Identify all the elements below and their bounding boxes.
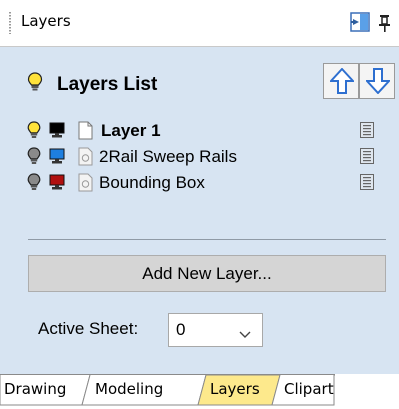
panel-title: Layers — [21, 12, 71, 30]
pin-icon[interactable] — [375, 11, 397, 33]
layer-properties-icon[interactable] — [360, 174, 374, 195]
tab-modeling[interactable]: Modeling — [95, 374, 163, 406]
move-layer-down-button[interactable] — [359, 63, 395, 99]
active-sheet-value: 0 — [176, 320, 186, 339]
separator-line — [28, 239, 386, 240]
layer-row[interactable]: Bounding Box — [0, 171, 399, 195]
layer-properties-icon[interactable] — [360, 122, 374, 143]
active-layer-page-icon — [78, 121, 93, 145]
arrow-up-icon — [330, 68, 354, 94]
layer-name: 2Rail Sweep Rails — [99, 147, 237, 166]
layers-list-title: Layers List — [57, 74, 158, 95]
layer-color-monitor-icon[interactable] — [49, 122, 65, 144]
layer-name: Bounding Box — [99, 173, 205, 192]
lightbulb-icon — [27, 72, 43, 97]
add-new-layer-button[interactable]: Add New Layer... — [28, 255, 386, 292]
tab-clipart[interactable]: Clipart — [284, 374, 334, 406]
move-layer-up-button[interactable] — [323, 63, 359, 99]
layer-row[interactable]: 2Rail Sweep Rails — [0, 145, 399, 169]
layers-list-header: Layers List — [0, 47, 399, 107]
active-sheet-select[interactable]: 0 — [168, 313, 263, 347]
panel-title-bar: Layers — [0, 0, 399, 47]
visibility-bulb-off-icon[interactable] — [27, 173, 41, 196]
visibility-bulb-off-icon[interactable] — [27, 147, 41, 170]
layers-panel: Layers List Layer 1 2Rail Sweep Rails Bo… — [0, 47, 399, 373]
active-sheet-label: Active Sheet: — [38, 319, 139, 338]
arrow-down-icon — [366, 68, 390, 94]
visibility-bulb-on-icon[interactable] — [27, 121, 41, 144]
layer-color-monitor-icon[interactable] — [49, 174, 65, 196]
layer-row[interactable]: Layer 1 — [0, 119, 399, 143]
tab-drawing[interactable]: Drawing — [4, 374, 66, 406]
dock-panel-icon[interactable] — [349, 11, 371, 33]
layer-page-icon — [78, 147, 93, 171]
bottom-tab-strip: Drawing Modeling Layers Clipart — [0, 374, 399, 409]
layer-color-monitor-icon[interactable] — [49, 148, 65, 170]
drag-grip[interactable] — [9, 12, 11, 34]
layer-properties-icon[interactable] — [360, 148, 374, 169]
tab-layers[interactable]: Layers — [210, 374, 260, 406]
chevron-down-icon — [239, 326, 251, 344]
layer-name: Layer 1 — [101, 121, 161, 140]
layer-page-icon — [78, 173, 93, 197]
